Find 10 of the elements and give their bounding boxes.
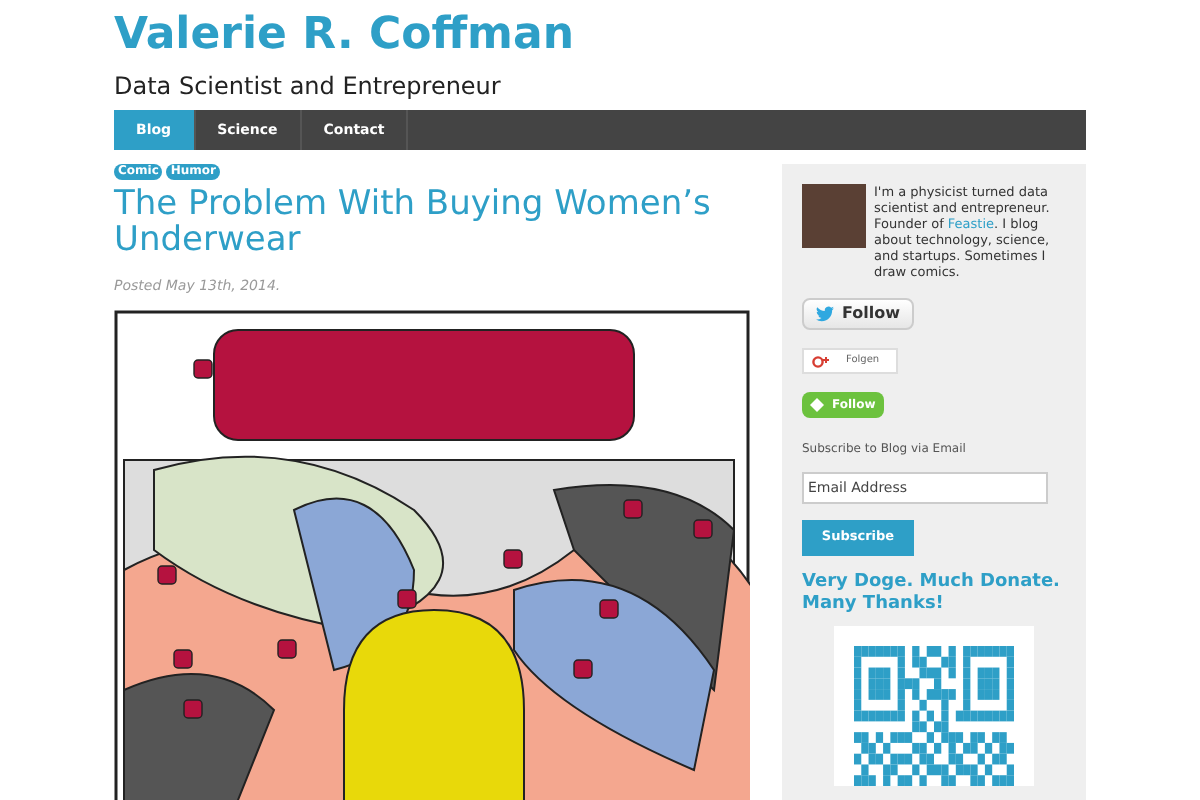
bird-icon — [816, 306, 834, 322]
post-title[interactable]: The Problem With Buying Women’s Underwear — [114, 186, 750, 258]
google-plus-icon — [812, 353, 830, 369]
donate-heading: Very Doge. Much Donate. Many Thanks! — [802, 571, 1062, 616]
site-tagline: Data Scientist and Entrepreneur — [114, 70, 503, 102]
site-title[interactable]: Valerie R. Coffman — [114, 0, 1086, 64]
qr-code-icon — [854, 645, 1014, 786]
avatar-photo-placeholder — [802, 184, 866, 248]
twitter-follow-button[interactable]: Follow — [802, 298, 915, 330]
feedly-icon — [810, 398, 824, 412]
